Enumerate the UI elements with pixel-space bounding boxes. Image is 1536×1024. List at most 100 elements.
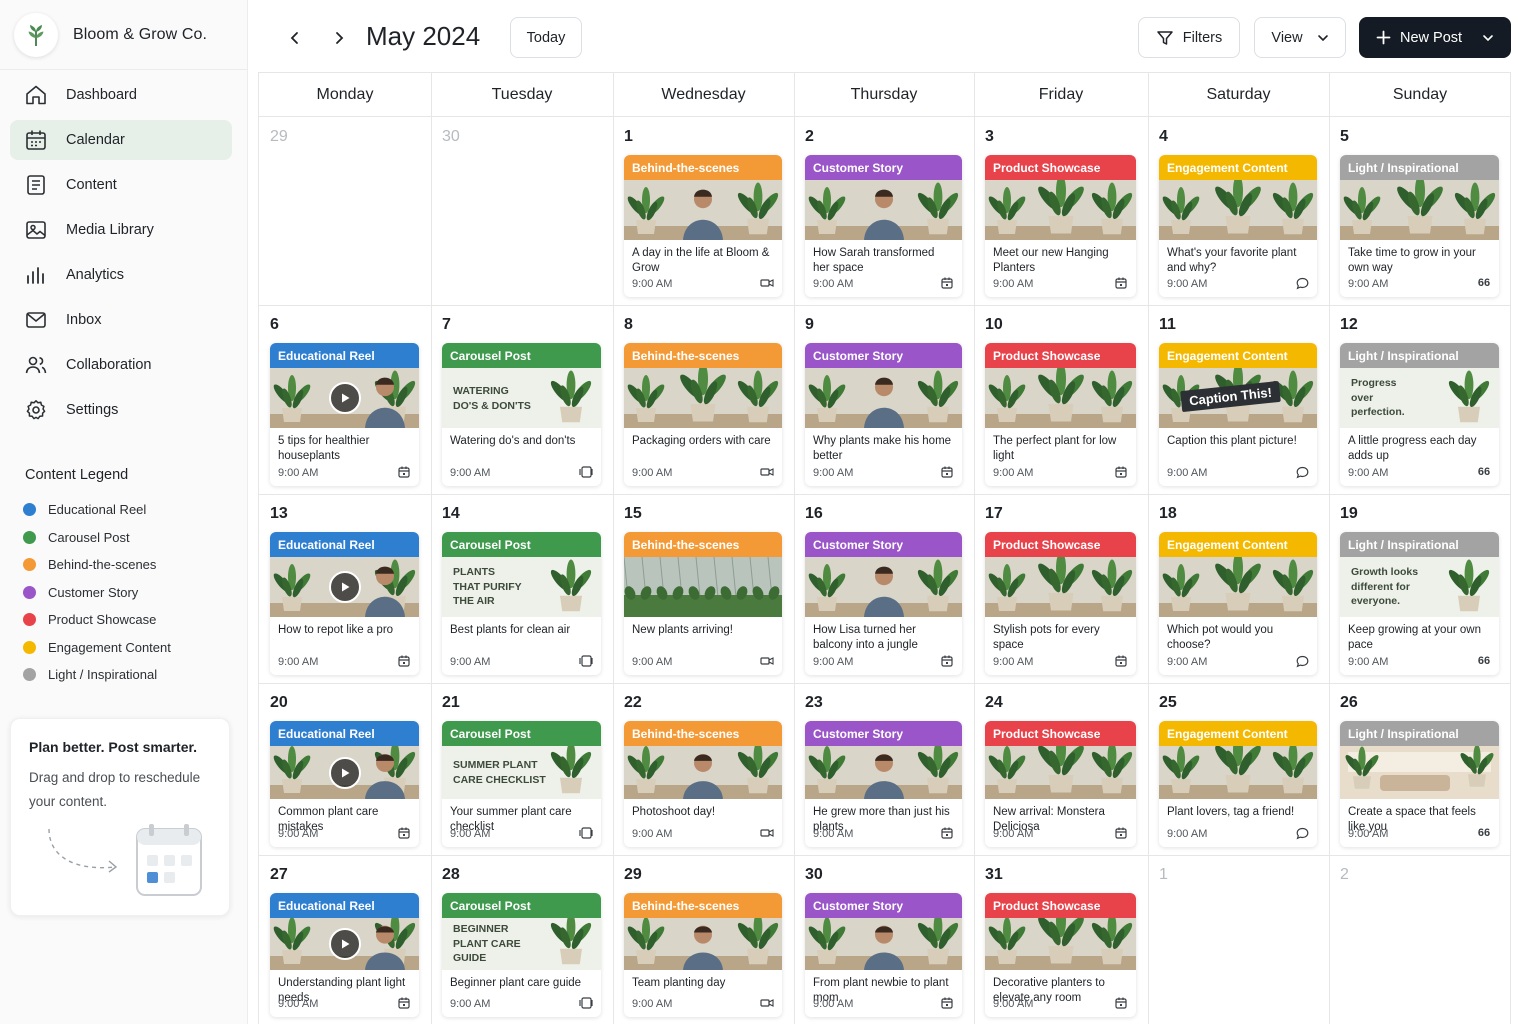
- post-card[interactable]: Educational Reel 5 tips for healthier hou…: [270, 343, 419, 486]
- post-thumbnail: Caption This!: [1159, 368, 1317, 428]
- calendar-small-icon[interactable]: [940, 654, 954, 668]
- post-card[interactable]: Light / Inspirational Create a space that…: [1340, 721, 1499, 847]
- calendar-small-icon[interactable]: [1114, 826, 1128, 840]
- category-badge: Light / Inspirational: [1340, 343, 1499, 368]
- post-card[interactable]: Behind-the-scenes A day in the life at Bl…: [624, 155, 782, 297]
- calendar-small-icon[interactable]: [397, 996, 411, 1010]
- video-icon[interactable]: [760, 465, 774, 479]
- prev-month-button[interactable]: [281, 24, 309, 52]
- calendar-small-icon[interactable]: [940, 276, 954, 290]
- post-card[interactable]: Behind-the-scenes Team planting day 9:00 A…: [624, 893, 782, 1017]
- legend-dot: [23, 585, 36, 599]
- post-card[interactable]: Carousel Post SUMMER PLANT CARE CHECKLIST…: [442, 721, 601, 847]
- post-card[interactable]: Engagement Content Plant lovers, tag a fr…: [1159, 721, 1317, 847]
- next-month-button[interactable]: [325, 24, 353, 52]
- comment-icon[interactable]: [1295, 465, 1309, 479]
- play-icon[interactable]: [329, 571, 361, 603]
- view-dropdown[interactable]: View: [1254, 17, 1346, 58]
- post-title: Best plants for clean air: [450, 624, 571, 636]
- post-thumbnail: [985, 180, 1136, 240]
- legend-dot: [23, 668, 36, 682]
- day-number: 30: [805, 866, 823, 883]
- brand-name: Bloom & Grow Co.: [73, 26, 208, 43]
- video-icon[interactable]: [760, 276, 774, 290]
- post-card[interactable]: Customer Story How Sarah transformed her …: [805, 155, 962, 297]
- calendar-small-icon[interactable]: [1114, 996, 1128, 1010]
- post-thumbnail: [624, 180, 782, 240]
- post-card[interactable]: Engagement Content What's your favorite p…: [1159, 155, 1317, 297]
- chevron-down-icon[interactable]: [1482, 32, 1494, 44]
- post-card[interactable]: Product Showcase New arrival: Monstera De…: [985, 721, 1136, 847]
- calendar-small-icon[interactable]: [397, 654, 411, 668]
- sidebar-item-content[interactable]: Content: [10, 165, 232, 205]
- post-card[interactable]: Educational Reel Common plant care mistak…: [270, 721, 419, 847]
- calendar-small-icon[interactable]: [397, 465, 411, 479]
- post-card[interactable]: Behind-the-scenes New plants arriving! 9:0…: [624, 532, 782, 675]
- post-card[interactable]: Light / Inspirational Progress over perfe…: [1340, 343, 1499, 486]
- weekday-header-row: Monday Tuesday Wednesday Thursday Friday Satu…: [259, 73, 1510, 117]
- sidebar-item-media-library[interactable]: Media Library: [10, 210, 232, 250]
- today-button[interactable]: Today: [510, 17, 582, 58]
- post-card[interactable]: Product Showcase The perfect plant for lo…: [985, 343, 1136, 486]
- carousel-icon[interactable]: [579, 465, 593, 479]
- new-post-button[interactable]: New Post: [1359, 17, 1511, 58]
- carousel-icon[interactable]: [579, 826, 593, 840]
- sidebar-item-dashboard[interactable]: Dashboard: [10, 75, 232, 115]
- legend-label: Educational Reel: [48, 502, 147, 518]
- calendar-small-icon[interactable]: [1114, 465, 1128, 479]
- sidebar-item-calendar[interactable]: Calendar: [10, 120, 232, 160]
- sidebar-item-settings[interactable]: Settings: [10, 390, 232, 430]
- brand[interactable]: Bloom & Grow Co.: [14, 13, 207, 57]
- day-number: 2: [805, 128, 814, 145]
- sidebar-item-label: Inbox: [66, 312, 102, 328]
- post-card[interactable]: Customer Story Why plants make his home b…: [805, 343, 962, 486]
- calendar-small-icon[interactable]: [1114, 276, 1128, 290]
- calendar-small-icon[interactable]: [940, 826, 954, 840]
- post-card[interactable]: Behind-the-scenes Photoshoot day! 9:00 AM: [624, 721, 782, 847]
- post-card[interactable]: Product Showcase Decorative planters to e…: [985, 893, 1136, 1017]
- post-card[interactable]: Educational Reel How to repot like a pro 9…: [270, 532, 419, 675]
- calendar-small-icon[interactable]: [940, 465, 954, 479]
- sidebar-item-collaboration[interactable]: Collaboration: [10, 345, 232, 385]
- calendar-small-icon[interactable]: [940, 996, 954, 1010]
- post-card[interactable]: Engagement Content Caption This! Caption t…: [1159, 343, 1317, 486]
- filters-button[interactable]: Filters: [1138, 17, 1240, 58]
- play-icon[interactable]: [329, 382, 361, 414]
- post-card[interactable]: Customer Story How Lisa turned her balcon…: [805, 532, 962, 675]
- post-card[interactable]: Product Showcase Meet our new Hanging Pla…: [985, 155, 1136, 297]
- post-card[interactable]: Carousel Post WATERING DO'S & DON'TS Water…: [442, 343, 601, 486]
- day-number: 8: [624, 316, 633, 333]
- post-title: How to repot like a pro: [278, 624, 394, 636]
- post-card[interactable]: Carousel Post BEGINNER PLANT CARE GUIDE Be…: [442, 893, 601, 1017]
- comment-icon[interactable]: [1295, 654, 1309, 668]
- post-time: 9:00 AM: [278, 656, 319, 668]
- quote-icon[interactable]: 66: [1477, 826, 1491, 840]
- post-card[interactable]: Engagement Content Which pot would you ch…: [1159, 532, 1317, 675]
- video-icon[interactable]: [760, 826, 774, 840]
- post-card[interactable]: Light / Inspirational Take time to grow i…: [1340, 155, 1499, 297]
- quote-icon[interactable]: 66: [1477, 654, 1491, 668]
- carousel-icon[interactable]: [579, 996, 593, 1010]
- play-icon[interactable]: [329, 757, 361, 789]
- play-icon[interactable]: [329, 928, 361, 960]
- post-card[interactable]: Customer Story He grew more than just his…: [805, 721, 962, 847]
- row-divider: [259, 494, 1510, 495]
- calendar-small-icon[interactable]: [1114, 654, 1128, 668]
- post-card[interactable]: Product Showcase Stylish pots for every s…: [985, 532, 1136, 675]
- video-icon[interactable]: [760, 996, 774, 1010]
- video-icon[interactable]: [760, 654, 774, 668]
- post-card[interactable]: Customer Story From plant newbie to plant…: [805, 893, 962, 1017]
- quote-icon[interactable]: 66: [1477, 276, 1491, 290]
- post-card[interactable]: Carousel Post PLANTS THAT PURIFY THE AIR B…: [442, 532, 601, 675]
- sidebar-item-analytics[interactable]: Analytics: [10, 255, 232, 295]
- comment-icon[interactable]: [1295, 826, 1309, 840]
- quote-icon[interactable]: 66: [1477, 465, 1491, 479]
- post-card[interactable]: Educational Reel Understanding plant ligh…: [270, 893, 419, 1017]
- carousel-icon[interactable]: [579, 654, 593, 668]
- comment-icon[interactable]: [1295, 276, 1309, 290]
- post-time: 9:00 AM: [993, 828, 1034, 840]
- calendar-small-icon[interactable]: [397, 826, 411, 840]
- post-card[interactable]: Behind-the-scenes Packaging orders with c…: [624, 343, 782, 486]
- sidebar-item-inbox[interactable]: Inbox: [10, 300, 232, 340]
- post-card[interactable]: Light / Inspirational Growth looks differ…: [1340, 532, 1499, 675]
